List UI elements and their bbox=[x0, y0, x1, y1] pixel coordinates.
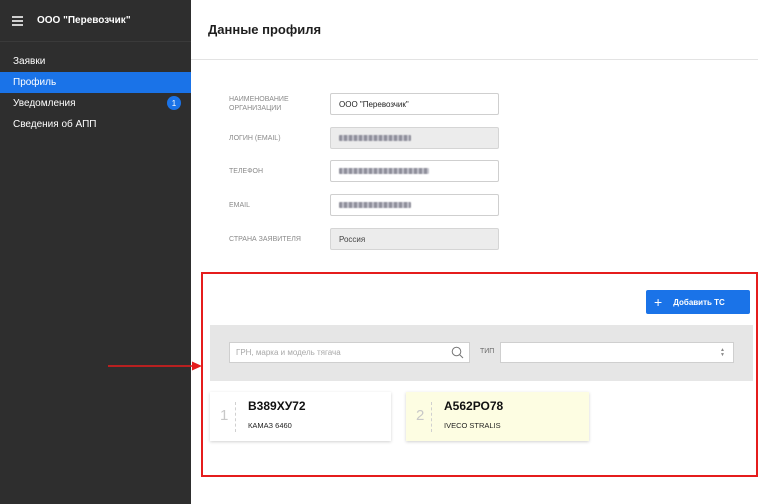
sidebar-header: ООО "Перевозчик" bbox=[0, 0, 191, 42]
search-placeholder: ГРН, марка и модель тягача bbox=[236, 348, 341, 357]
search-icon[interactable] bbox=[451, 346, 464, 359]
sidebar-item-label: Заявки bbox=[13, 56, 46, 67]
email-label: EMAIL bbox=[229, 201, 251, 209]
email-input[interactable] bbox=[330, 194, 499, 216]
form-row-email: EMAIL bbox=[229, 194, 499, 216]
type-filter-select[interactable]: ▲ ▼ bbox=[500, 342, 734, 363]
card-divider bbox=[235, 402, 236, 432]
sidebar-item-notifications[interactable]: Уведомления 1 bbox=[0, 93, 191, 114]
blurred-phone-value bbox=[339, 168, 429, 174]
main-content: Данные профиля НАИМЕНОВАНИЕ ОРГАНИЗАЦИИ … bbox=[191, 0, 758, 504]
page-header: Данные профиля bbox=[191, 0, 758, 60]
type-filter-label: ТИП bbox=[480, 348, 495, 355]
vehicle-index: 1 bbox=[220, 407, 229, 424]
blurred-email-value bbox=[339, 202, 411, 208]
form-row-country: СТРАНА ЗАЯВИТЕЛЯ Россия bbox=[229, 228, 499, 250]
plus-icon: + bbox=[654, 294, 663, 310]
page-title: Данные профиля bbox=[208, 22, 322, 37]
notification-count-badge: 1 bbox=[167, 96, 181, 110]
login-field bbox=[330, 127, 499, 149]
sidebar: ООО "Перевозчик" Заявки Профиль Уведомле… bbox=[0, 0, 191, 504]
login-label: ЛОГИН (EMAIL) bbox=[229, 134, 281, 142]
vehicle-filter-bar: ГРН, марка и модель тягача ТИП ▲ ▼ bbox=[210, 325, 753, 381]
vehicle-model: КАМАЗ 6460 bbox=[248, 421, 292, 430]
form-row-phone: ТЕЛЕФОН bbox=[229, 160, 499, 182]
add-vehicle-button[interactable]: + Добавить ТС bbox=[646, 290, 750, 314]
vehicle-model: IVECO STRALIS bbox=[444, 421, 501, 430]
vehicle-plate: А562РО78 bbox=[444, 399, 504, 413]
phone-label: ТЕЛЕФОН bbox=[229, 167, 264, 175]
organization-title: ООО "Перевозчик" bbox=[37, 15, 131, 26]
sidebar-item-profile[interactable]: Профиль bbox=[0, 72, 191, 93]
vehicle-index: 2 bbox=[416, 407, 425, 424]
sidebar-item-label: Уведомления bbox=[13, 98, 76, 109]
sidebar-menu: Заявки Профиль Уведомления 1 Сведения об… bbox=[0, 51, 191, 135]
country-field: Россия bbox=[330, 228, 499, 250]
card-divider bbox=[431, 402, 432, 432]
sidebar-item-label: Сведения об АПП bbox=[13, 119, 97, 130]
org-name-label: НАИМЕНОВАНИЕ ОРГАНИЗАЦИИ bbox=[229, 96, 289, 112]
sidebar-item-label: Профиль bbox=[13, 77, 57, 88]
sidebar-item-app-info[interactable]: Сведения об АПП bbox=[0, 114, 191, 135]
org-name-input[interactable]: ООО "Перевозчик" bbox=[330, 93, 499, 115]
phone-input[interactable] bbox=[330, 160, 499, 182]
sidebar-item-requests[interactable]: Заявки bbox=[0, 51, 191, 72]
vehicle-search-input[interactable]: ГРН, марка и модель тягача bbox=[229, 342, 470, 363]
add-vehicle-label: Добавить ТС bbox=[673, 297, 725, 307]
form-row-login: ЛОГИН (EMAIL) bbox=[229, 127, 499, 149]
hamburger-menu-icon[interactable] bbox=[12, 16, 23, 26]
blurred-login-value bbox=[339, 135, 411, 141]
form-row-org-name: НАИМЕНОВАНИЕ ОРГАНИЗАЦИИ ООО "Перевозчик… bbox=[229, 93, 499, 115]
vehicle-card-2[interactable]: 2 А562РО78 IVECO STRALIS bbox=[406, 392, 589, 441]
vehicle-card-1[interactable]: 1 В389ХУ72 КАМАЗ 6460 bbox=[210, 392, 391, 441]
vehicles-section: + Добавить ТС ГРН, марка и модель тягача… bbox=[201, 272, 758, 477]
select-arrows-icon: ▲ ▼ bbox=[720, 347, 725, 358]
vehicle-plate: В389ХУ72 bbox=[248, 399, 306, 413]
annotation-arrow-icon bbox=[108, 361, 202, 371]
country-label: СТРАНА ЗАЯВИТЕЛЯ bbox=[229, 235, 301, 243]
